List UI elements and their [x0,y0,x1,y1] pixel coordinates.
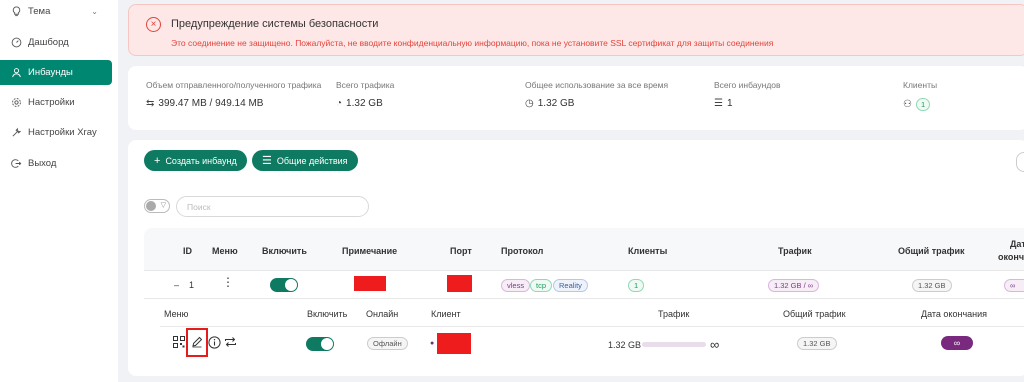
general-actions-button[interactable]: ☰ Общие действия [252,150,358,171]
stat-clients: Клиенты ⚇ 1 [903,80,938,111]
settings-toggle-button[interactable] [1016,152,1024,172]
traffic-progress [642,342,706,347]
filter-icon: ▽ [160,202,166,209]
col-clients: Клиенты [628,246,668,256]
pie-chart-icon: ◔ [336,98,343,109]
wrench-icon [10,127,22,139]
clients-badge: 1 [628,279,645,292]
col-expiry: Дат [1010,239,1024,249]
sidebar-item-label: Инбаунды [28,67,73,78]
sidebar-item-logout[interactable]: Выход [0,151,112,176]
traffic-limit: ∞ [710,337,720,352]
divider [144,298,1024,299]
history-icon: ◷ [525,98,534,109]
expand-row-button[interactable]: – [174,280,179,290]
col-expiry-line2: оконча [998,252,1024,262]
client-col-enable: Включить [307,309,348,319]
security-alert: × Предупреждение системы безопасности Эт… [128,4,1024,56]
menu-icon: ☰ [262,155,272,167]
sidebar-item-label: Дашборд [28,37,69,48]
total-traffic-badge: 1.32 GB [912,279,952,292]
client-total-traffic-badge: 1.32 GB [797,337,837,350]
redacted-remark [354,276,386,291]
bulb-icon [10,6,22,18]
redacted-client [437,333,471,354]
search-input[interactable]: Поиск [176,196,369,217]
client-col-expiry: Дата окончания [921,309,988,319]
dashboard-icon [10,37,22,49]
sidebar-item-label: Выход [28,158,57,169]
sidebar-item-xray-settings[interactable]: Настройки Xray [0,120,112,145]
row-id: 1 [189,280,195,290]
toggle-knob [146,201,156,211]
reset-traffic-icon[interactable] [223,335,237,349]
close-circle-icon: × [146,17,161,32]
col-menu: Меню [212,246,238,256]
swap-icon: ⇆ [146,98,155,109]
sidebar-item-label: Тема [28,6,51,17]
stat-total-traffic: Всего трафика ◔ 1.32 GB [336,80,395,109]
client-expiry-badge: ∞ [941,336,973,350]
sidebar-item-inbounds[interactable]: Инбаунды [0,60,112,85]
more-menu-icon[interactable]: ⋮ [222,276,234,288]
qrcode-icon[interactable] [172,335,186,349]
col-id: ID [183,246,192,256]
toggle-knob [321,338,333,350]
status-dot: ● [430,340,435,347]
team-icon: ⚇ [903,99,912,110]
clients-count-badge: 1 [915,98,931,111]
create-inbound-button[interactable]: + Создать инбаунд [144,150,247,171]
client-col-traffic: Трафик [658,309,690,319]
stat-total-usage: Общее использование за все время ◷ 1.32 G… [525,80,669,109]
traffic-badge: 1.32 GB / ∞ [768,279,820,292]
security-tag: Reality [553,279,588,292]
sidebar-item-theme[interactable]: Тема ⌄ [0,0,112,24]
traffic-used: 1.32 GB [608,340,642,350]
alert-message: Это соединение не защищено. Пожалуйста, … [171,38,774,48]
filter-toggle[interactable]: ▽ [144,199,170,213]
client-enable-switch[interactable] [306,337,334,351]
client-col-total-traffic: Общий трафик [783,309,846,319]
sidebar: Тема ⌄ Дашборд Инбаунды Настройки Настро… [0,0,118,382]
list-icon: ☰ [714,98,723,109]
client-col-menu: Меню [164,309,189,319]
expiry-badge: ∞ [1004,279,1024,292]
col-enable: Включить [262,246,307,256]
alert-title: Предупреждение системы безопасности [171,18,379,30]
divider [144,270,1024,271]
sidebar-item-dashboard[interactable]: Дашборд [0,30,112,55]
gear-icon [10,97,22,109]
col-traffic: Трафик [778,246,812,256]
col-remark: Примечание [342,246,398,256]
col-port: Порт [450,246,472,256]
col-protocol: Протокол [501,246,544,256]
divider [160,326,1024,327]
online-status-badge: Офлайн [367,337,408,350]
client-col-client: Клиент [431,309,461,319]
inbound-enable-switch[interactable] [270,278,298,292]
client-col-online: Онлайн [366,309,399,319]
logout-icon [10,158,22,170]
sidebar-item-label: Настройки Xray [28,127,97,138]
protocol-tag: vless [501,279,531,292]
plus-icon: + [154,154,161,167]
highlight-box [186,328,208,357]
redacted-port [447,275,472,292]
col-total-traffic: Общий трафик [898,246,965,256]
sidebar-item-label: Настройки [28,97,75,108]
info-icon[interactable] [207,335,221,349]
stat-traffic-sent-received: Объем отправленного/полученного трафика … [146,80,322,109]
stats-card: Объем отправленного/полученного трафика … [128,66,1024,130]
chevron-down-icon: ⌄ [91,7,98,16]
sidebar-item-settings[interactable]: Настройки [0,90,112,115]
stat-total-inbounds: Всего инбаундов ☰ 1 [714,80,781,109]
toggle-knob [285,279,297,291]
user-icon [10,67,22,79]
network-tag: tcp [530,279,553,292]
